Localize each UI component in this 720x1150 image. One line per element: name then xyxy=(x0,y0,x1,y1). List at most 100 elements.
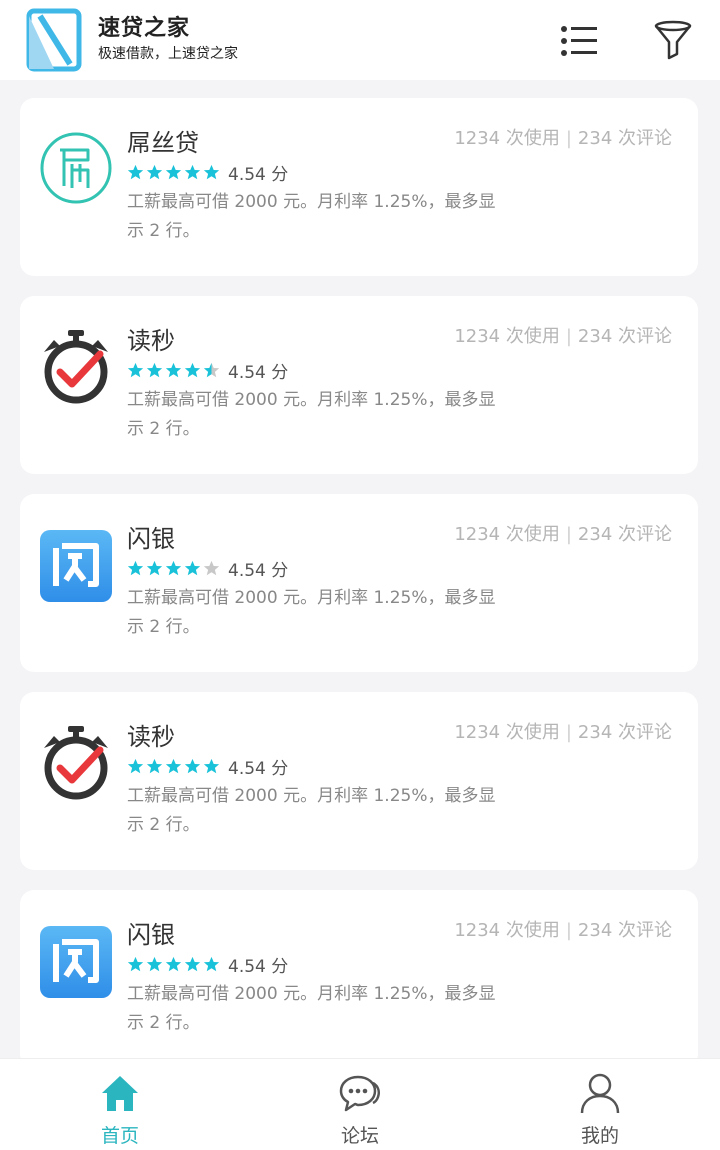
stats-divider: | xyxy=(565,128,572,149)
product-description: 工薪最高可借 2000 元。月利率 1.25%，最多显示 2 行。 xyxy=(127,984,496,1033)
star-full-icon xyxy=(165,164,182,179)
use-count: 1234 次使用 xyxy=(454,128,560,149)
app-subtitle: 极速借款，上速贷之家 xyxy=(98,46,238,62)
star-full-icon xyxy=(184,362,201,377)
rating-score: 4.54 分 xyxy=(228,758,289,779)
stopwatch-logo-icon xyxy=(44,330,108,404)
app-logo xyxy=(26,8,82,72)
star-full-icon xyxy=(165,956,182,971)
star-full-icon xyxy=(184,956,201,971)
tab-forum-label: 论坛 xyxy=(340,1125,379,1147)
star-rating xyxy=(127,164,222,181)
star-full-icon xyxy=(203,758,220,773)
product-card[interactable]: 屌丝贷 1234 次使用 | 234 次评论 4.54 分 工薪最高可借 2000 … xyxy=(20,98,698,276)
star-full-icon xyxy=(184,758,201,773)
use-count: 1234 次使用 xyxy=(454,524,560,545)
star-full-icon xyxy=(165,362,182,377)
tab-profile[interactable]: 我的 xyxy=(540,1071,660,1147)
rating-score: 4.54 分 xyxy=(228,956,289,977)
top-header: 速贷之家 极速借款，上速贷之家 xyxy=(0,0,720,80)
product-list: 屌丝贷 1234 次使用 | 234 次评论 4.54 分 工薪最高可借 2000 … xyxy=(20,98,698,1088)
star-full-icon xyxy=(165,758,182,773)
product-stats: 1234 次使用 | 234 次评论 xyxy=(454,126,672,152)
product-card[interactable]: 读秒 1234 次使用 | 234 次评论 4.54 分 工薪最高可借 2000 元… xyxy=(20,296,698,474)
star-rating xyxy=(127,758,222,775)
rating-row: 4.54 分 xyxy=(127,358,289,383)
rating-score: 4.54 分 xyxy=(228,560,289,581)
stats-divider: | xyxy=(565,326,572,347)
review-count: 234 次评论 xyxy=(577,722,672,743)
star-full-icon xyxy=(146,560,163,575)
star-rating xyxy=(127,362,222,379)
star-full-icon xyxy=(203,956,220,971)
product-description: 工薪最高可借 2000 元。月利率 1.25%，最多显示 2 行。 xyxy=(127,192,496,241)
filter-icon xyxy=(654,20,692,60)
product-name: 闪银 xyxy=(127,921,175,949)
review-count: 234 次评论 xyxy=(577,524,672,545)
stats-divider: | xyxy=(565,722,572,743)
rating-row: 4.54 分 xyxy=(127,556,289,581)
review-count: 234 次评论 xyxy=(577,128,672,149)
product-card[interactable]: 闪银 1234 次使用 | 234 次评论 4.54 分 工薪最高可借 2000 元… xyxy=(20,890,698,1068)
diaosi-logo-icon xyxy=(40,132,112,204)
rating-score: 4.54 分 xyxy=(228,164,289,185)
brand: 速贷之家 极速借款，上速贷之家 xyxy=(98,14,238,64)
product-card[interactable]: 闪银 1234 次使用 | 234 次评论 4.54 分 工薪最高可借 2000 元… xyxy=(20,494,698,672)
product-name: 屌丝贷 xyxy=(127,129,199,157)
star-empty-icon xyxy=(203,560,220,575)
product-card[interactable]: 读秒 1234 次使用 | 234 次评论 4.54 分 工薪最高可借 2000 元… xyxy=(20,692,698,870)
review-count: 234 次评论 xyxy=(577,326,672,347)
tab-home-label: 首页 xyxy=(100,1125,139,1147)
tab-home[interactable]: 首页 xyxy=(60,1071,180,1147)
star-rating xyxy=(127,956,222,973)
product-name: 读秒 xyxy=(127,327,175,355)
chat-bubble-icon xyxy=(339,1075,381,1112)
home-icon xyxy=(102,1076,138,1111)
tab-forum[interactable]: 论坛 xyxy=(300,1071,420,1147)
star-full-icon xyxy=(127,164,144,179)
rating-row: 4.54 分 xyxy=(127,952,289,977)
star-rating xyxy=(127,560,222,577)
list-icon xyxy=(561,26,597,56)
product-description: 工薪最高可借 2000 元。月利率 1.25%，最多显示 2 行。 xyxy=(127,786,496,835)
star-full-icon xyxy=(184,164,201,179)
rating-row: 4.54 分 xyxy=(127,160,289,185)
bottom-tab-bar: 首页 论坛 我的 xyxy=(0,1058,720,1150)
stopwatch-logo-icon xyxy=(44,726,108,800)
star-half-icon xyxy=(203,362,220,377)
rating-score: 4.54 分 xyxy=(228,362,289,383)
star-full-icon xyxy=(203,164,220,179)
product-stats: 1234 次使用 | 234 次评论 xyxy=(454,918,672,944)
product-stats: 1234 次使用 | 234 次评论 xyxy=(454,720,672,746)
star-full-icon xyxy=(127,362,144,377)
product-stats: 1234 次使用 | 234 次评论 xyxy=(454,522,672,548)
product-name: 闪银 xyxy=(127,525,175,553)
use-count: 1234 次使用 xyxy=(454,722,560,743)
star-full-icon xyxy=(165,560,182,575)
star-full-icon xyxy=(146,956,163,971)
stats-divider: | xyxy=(565,920,572,941)
product-stats: 1234 次使用 | 234 次评论 xyxy=(454,324,672,350)
star-full-icon xyxy=(127,560,144,575)
product-description: 工薪最高可借 2000 元。月利率 1.25%，最多显示 2 行。 xyxy=(127,390,496,439)
tab-profile-label: 我的 xyxy=(580,1125,619,1147)
user-icon xyxy=(580,1073,620,1114)
product-name: 读秒 xyxy=(127,723,175,751)
shanyin-logo-icon xyxy=(40,530,112,602)
star-full-icon xyxy=(146,362,163,377)
star-full-icon xyxy=(146,758,163,773)
filter-button[interactable] xyxy=(650,18,696,64)
stats-divider: | xyxy=(565,524,572,545)
list-view-button[interactable] xyxy=(556,18,602,64)
product-description: 工薪最高可借 2000 元。月利率 1.25%，最多显示 2 行。 xyxy=(127,588,496,637)
rating-row: 4.54 分 xyxy=(127,754,289,779)
star-full-icon xyxy=(184,560,201,575)
use-count: 1234 次使用 xyxy=(454,920,560,941)
star-full-icon xyxy=(127,758,144,773)
star-full-icon xyxy=(146,164,163,179)
app-root: 速贷之家 极速借款，上速贷之家 屌丝贷 1234 次使用 | 234 次评论 4… xyxy=(0,0,720,1150)
use-count: 1234 次使用 xyxy=(454,326,560,347)
shanyin-logo-icon xyxy=(40,926,112,998)
review-count: 234 次评论 xyxy=(577,920,672,941)
star-full-icon xyxy=(127,956,144,971)
